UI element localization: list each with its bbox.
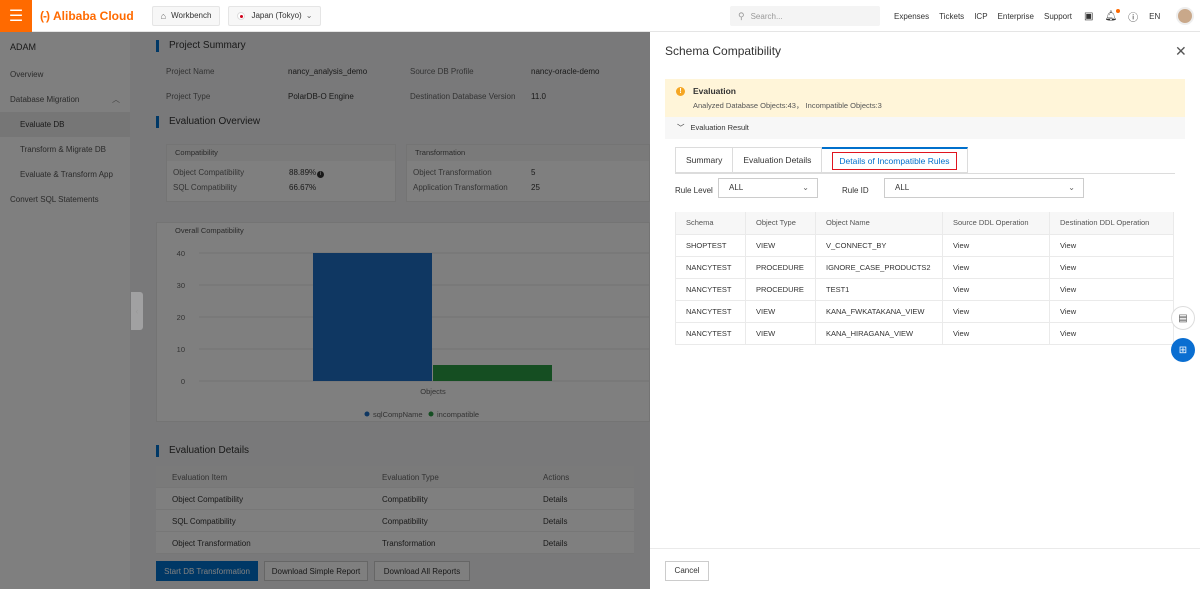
chevron-down-icon: ﹀: [677, 123, 685, 132]
destination-view-link[interactable]: View: [1049, 257, 1174, 278]
cell-object-type: PROCEDURE: [745, 257, 815, 278]
collapse-sidebar-handle[interactable]: ‹: [131, 292, 143, 330]
tab-summary[interactable]: Summary: [675, 147, 734, 173]
logo-text: Alibaba Cloud: [53, 8, 134, 23]
expenses-link[interactable]: Expenses: [894, 12, 929, 21]
bell-icon[interactable]: 🔔︎: [1104, 8, 1121, 22]
workbench-label: Workbench: [171, 11, 212, 20]
cell-schema: NANCYTEST: [675, 257, 745, 278]
table-row: NANCYTEST VIEW KANA_HIRAGANA_VIEW View V…: [675, 323, 1174, 345]
avatar[interactable]: [1176, 7, 1194, 25]
destination-view-link[interactable]: View: [1049, 235, 1174, 256]
cancel-button[interactable]: Cancel: [665, 561, 709, 581]
source-view-link[interactable]: View: [942, 323, 1049, 344]
alibaba-cloud-logo[interactable]: (-) Alibaba Cloud: [40, 9, 134, 23]
workbench-button[interactable]: ⌂ Workbench: [151, 5, 221, 26]
hamburger-menu-icon[interactable]: ☰: [0, 0, 32, 32]
help-icon[interactable]: ⓘ: [1128, 9, 1138, 24]
tabs-divider: [675, 173, 1175, 174]
cell-object-type: VIEW: [745, 323, 815, 344]
search-input[interactable]: ⚲ Search...: [730, 6, 880, 26]
destination-view-link[interactable]: View: [1049, 323, 1174, 344]
drawer-title: Schema Compatibility: [665, 44, 782, 58]
cell-schema: SHOPTEST: [675, 235, 745, 256]
table-row: NANCYTEST PROCEDURE IGNORE_CASE_PRODUCTS…: [675, 257, 1174, 279]
cell-schema: NANCYTEST: [675, 301, 745, 322]
source-view-link[interactable]: View: [942, 235, 1049, 256]
language-switch[interactable]: EN: [1149, 12, 1160, 21]
rule-level-label: Rule Level: [675, 186, 713, 195]
table-row: NANCYTEST PROCEDURE TEST1 View View: [675, 279, 1174, 301]
evaluation-title: Evaluation: [693, 86, 736, 96]
cell-object-name: KANA_HIRAGANA_VIEW: [815, 323, 942, 344]
search-placeholder: Search...: [750, 11, 783, 21]
region-label: Japan (Tokyo): [251, 11, 302, 20]
chevron-down-icon: ⌄: [305, 11, 313, 20]
region-selector[interactable]: Japan (Tokyo) ⌄: [228, 5, 322, 26]
cell-object-name: IGNORE_CASE_PRODUCTS2: [815, 257, 942, 278]
rule-level-select[interactable]: ALL ⌄: [718, 178, 818, 198]
top-icons: ▣ 🔔︎ ⓘ EN: [1084, 0, 1171, 32]
top-links: Expenses Tickets ICP Enterprise Support: [894, 0, 1082, 32]
chevron-down-icon: ⌄: [802, 183, 809, 192]
table-row: NANCYTEST VIEW KANA_FWKATAKANA_VIEW View…: [675, 301, 1174, 323]
enterprise-link[interactable]: Enterprise: [998, 12, 1034, 21]
evaluation-result-toggle[interactable]: ﹀ Evaluation Result: [665, 117, 1185, 139]
col-object-name: Object Name: [815, 212, 942, 234]
icp-link[interactable]: ICP: [974, 12, 987, 21]
tab-evaluation-details[interactable]: Evaluation Details: [733, 147, 823, 173]
table-row: SHOPTEST VIEW V_CONNECT_BY View View: [675, 235, 1174, 257]
rule-id-label: Rule ID: [842, 186, 869, 195]
col-object-type: Object Type: [745, 212, 815, 234]
cell-object-type: VIEW: [745, 235, 815, 256]
logo-mark: (-): [40, 8, 50, 23]
evaluation-result-label: Evaluation Result: [690, 123, 749, 132]
tab-details-incompatible-rules[interactable]: Details of Incompatible Rules: [822, 147, 968, 173]
drawer-footer-divider: [650, 548, 1200, 549]
col-destination-ddl: Destination DDL Operation: [1049, 212, 1174, 234]
chevron-left-icon: ‹: [135, 306, 139, 316]
source-view-link[interactable]: View: [942, 279, 1049, 300]
cell-object-type: VIEW: [745, 301, 815, 322]
modal-overlay[interactable]: [0, 32, 650, 589]
destination-view-link[interactable]: View: [1049, 301, 1174, 322]
chat-icon[interactable]: ▤: [1171, 306, 1195, 330]
terminal-icon[interactable]: ▣: [1084, 11, 1093, 22]
source-view-link[interactable]: View: [942, 257, 1049, 278]
cell-object-name: TEST1: [815, 279, 942, 300]
rule-level-value: ALL: [729, 183, 744, 192]
col-schema: Schema: [675, 212, 745, 234]
destination-view-link[interactable]: View: [1049, 279, 1174, 300]
evaluation-summary: Analyzed Database Objects:43， Incompatib…: [693, 101, 882, 110]
table-header-row: Schema Object Type Object Name Source DD…: [675, 212, 1174, 235]
drawer-tabs: Summary Evaluation Details Details of In…: [675, 147, 968, 173]
tickets-link[interactable]: Tickets: [939, 12, 964, 21]
search-icon: ⚲: [738, 10, 745, 21]
cell-object-name: V_CONNECT_BY: [815, 235, 942, 256]
close-icon[interactable]: ✕: [1175, 43, 1187, 60]
chevron-down-icon: ⌄: [1068, 183, 1075, 192]
warning-icon: !: [676, 87, 685, 96]
home-icon: ⌂: [160, 10, 167, 21]
cell-object-type: PROCEDURE: [745, 279, 815, 300]
apps-grid-icon[interactable]: ⊞: [1171, 338, 1195, 362]
japan-flag-icon: [237, 11, 246, 20]
schema-compatibility-drawer: Schema Compatibility ✕ ! Evaluation Anal…: [650, 32, 1200, 589]
tab-label-highlighted: Details of Incompatible Rules: [832, 152, 957, 170]
col-source-ddl: Source DDL Operation: [942, 212, 1049, 234]
cell-object-name: KANA_FWKATAKANA_VIEW: [815, 301, 942, 322]
evaluation-alert: ! Evaluation Analyzed Database Objects:4…: [665, 79, 1185, 117]
rule-id-select[interactable]: ALL ⌄: [884, 178, 1084, 198]
incompatible-rules-table: Schema Object Type Object Name Source DD…: [675, 212, 1174, 345]
support-link[interactable]: Support: [1044, 12, 1072, 21]
cell-schema: NANCYTEST: [675, 279, 745, 300]
cell-schema: NANCYTEST: [675, 323, 745, 344]
source-view-link[interactable]: View: [942, 301, 1049, 322]
rule-id-value: ALL: [895, 183, 910, 192]
